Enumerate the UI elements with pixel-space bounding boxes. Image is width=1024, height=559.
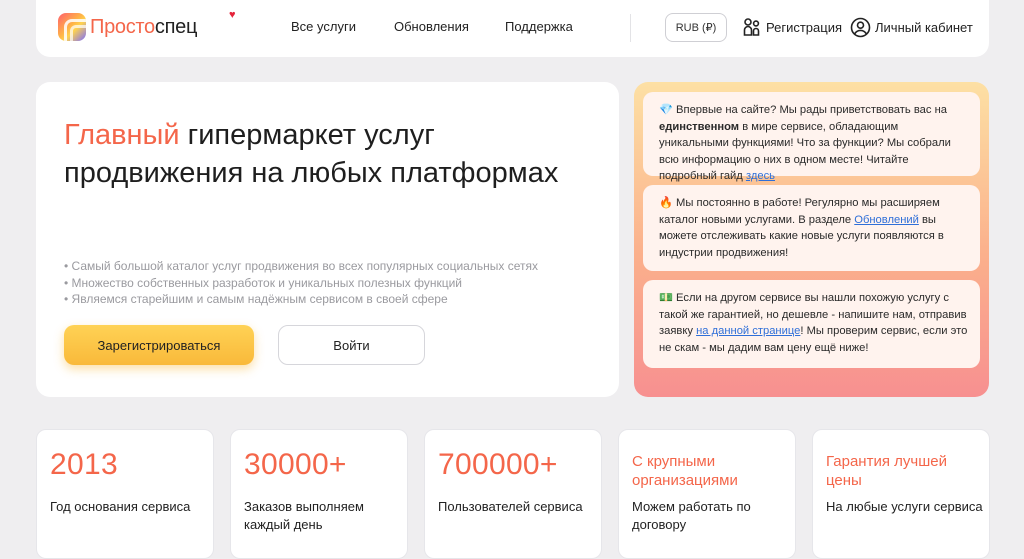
users-icon — [743, 18, 760, 36]
stat-desc: Год основания сервиса — [50, 499, 191, 514]
stat-value: Гарантия лучшей цены — [826, 453, 947, 489]
gem-icon: 💎 — [659, 104, 673, 116]
top-header: Простоспец ♥ Все услуги Обновления Подде… — [36, 0, 989, 57]
stat-desc: На любые услуги сервиса — [826, 499, 983, 514]
stat-value: 30000+ — [244, 448, 347, 481]
hero-title: Главный гипермаркет услуг продвижения на… — [64, 119, 559, 189]
logo-text: Простоспец — [90, 15, 198, 38]
nav-support[interactable]: Поддержка — [505, 19, 573, 34]
logo-icon — [58, 13, 86, 41]
account-link[interactable]: Личный кабинет — [850, 17, 973, 38]
money-icon: 💵 — [659, 292, 673, 304]
feature-list: Самый большой каталог услуг продвижения … — [64, 258, 538, 308]
stat-card: С крупными организациями Можем работать … — [618, 429, 796, 559]
user-circle-icon — [850, 17, 871, 38]
nav-all-services[interactable]: Все услуги — [291, 19, 356, 34]
stat-card: Гарантия лучшей цены На любые услуги сер… — [812, 429, 990, 559]
feature-item: Являемся старейшим и самым надёжным серв… — [64, 291, 538, 308]
updates-link[interactable]: Обновлений — [854, 214, 919, 226]
register-link[interactable]: Регистрация — [742, 17, 842, 37]
stat-value: 700000+ — [438, 448, 558, 481]
guide-link[interactable]: здесь — [746, 170, 775, 182]
login-button[interactable]: Войти — [278, 325, 425, 365]
info-card-price: 💵 Если на другом сервисе вы нашли похожу… — [643, 280, 980, 368]
heart-icon: ♥ — [229, 9, 236, 21]
stat-value: С крупными организациями — [632, 453, 738, 489]
price-request-link[interactable]: на данной странице — [696, 325, 800, 337]
hero-card: Главный гипермаркет услуг продвижения на… — [36, 82, 619, 397]
stat-desc: Можем работать по договору — [632, 499, 751, 532]
logo[interactable]: Простоспец ♥ — [58, 9, 236, 41]
feature-item: Самый большой каталог услуг продвижения … — [64, 258, 538, 275]
header-divider — [630, 14, 631, 42]
info-card-updates: 🔥 Мы постоянно в работе! Регулярно мы ра… — [643, 185, 980, 271]
stat-desc: Пользователей сервиса — [438, 499, 583, 514]
register-button[interactable]: Зарегистрироваться — [64, 325, 254, 365]
info-panel: 💎 Впервые на сайте? Мы рады приветствова… — [634, 82, 989, 397]
nav-updates[interactable]: Обновления — [394, 19, 469, 34]
stat-card: 30000+ Заказов выполняем каждый день — [230, 429, 408, 559]
feature-item: Множество собственных разработок и уника… — [64, 275, 538, 292]
account-label: Личный кабинет — [875, 20, 973, 35]
stat-desc: Заказов выполняем каждый день — [244, 499, 364, 532]
register-label: Регистрация — [766, 19, 842, 35]
stat-value: 2013 — [50, 448, 118, 481]
currency-selector[interactable]: RUB (₽) — [665, 13, 727, 42]
stat-card: 700000+ Пользователей сервиса — [424, 429, 602, 559]
fire-icon: 🔥 — [659, 197, 673, 209]
info-card-welcome: 💎 Впервые на сайте? Мы рады приветствова… — [643, 92, 980, 182]
stat-card: 2013 Год основания сервиса — [36, 429, 214, 559]
